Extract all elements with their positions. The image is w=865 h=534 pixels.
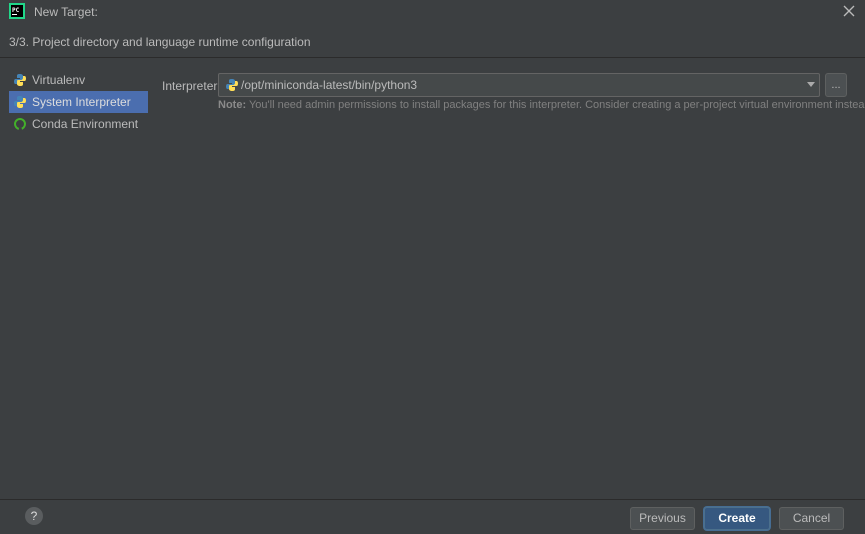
step-subtitle: 3/3. Project directory and language runt…: [9, 35, 311, 49]
note-text: You'll need admin permissions to install…: [246, 99, 865, 111]
sidebar-item-label: Conda Environment: [32, 117, 139, 131]
cancel-button[interactable]: Cancel: [779, 507, 844, 530]
sidebar-item-system-interpreter[interactable]: System Interpreter: [9, 91, 148, 113]
window-title: New Target:: [34, 5, 98, 19]
chevron-down-icon[interactable]: [807, 82, 815, 87]
interpreter-path: /opt/miniconda-latest/bin/python3: [241, 78, 418, 92]
sidebar-item-virtualenv[interactable]: Virtualenv Environment: [9, 69, 148, 109]
close-icon[interactable]: [841, 3, 857, 19]
help-button[interactable]: ?: [25, 507, 43, 525]
create-button[interactable]: Create: [704, 507, 770, 530]
previous-button[interactable]: Previous: [630, 507, 695, 530]
sidebar-item-label: System Interpreter: [32, 95, 131, 109]
conda-icon: [13, 117, 27, 131]
sidebar-item-conda[interactable]: Conda Environment: [9, 113, 148, 135]
pycharm-icon: PC: [9, 3, 25, 19]
interpreter-label: Interpreter:: [162, 79, 221, 93]
svg-text:PC: PC: [12, 7, 20, 14]
interpreter-select[interactable]: /opt/miniconda-latest/bin/python3: [218, 73, 820, 97]
note-prefix: Note:: [218, 99, 247, 111]
divider: [0, 499, 865, 500]
title-bar: PC New Target:: [0, 0, 865, 24]
new-target-dialog: PC New Target: 3/3. Project directory an…: [0, 0, 865, 534]
divider: [0, 57, 865, 58]
python-icon: [14, 96, 26, 108]
python-icon: [14, 74, 26, 86]
admin-permissions-note: Note: You'll need admin permissions to i…: [218, 99, 865, 111]
environment-type-list: Virtualenv Environment System Interprete…: [9, 69, 148, 135]
browse-button[interactable]: ...: [825, 73, 847, 97]
python-icon: [226, 79, 238, 91]
